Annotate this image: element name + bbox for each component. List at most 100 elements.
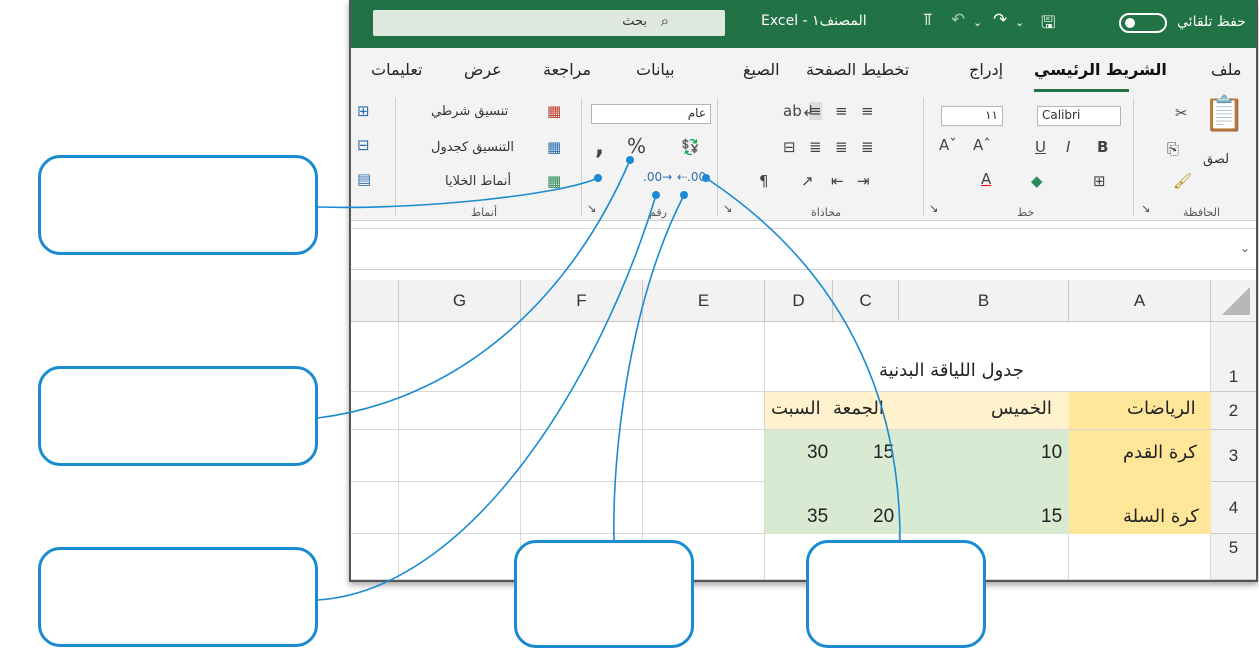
font-name-box[interactable]: Calibri xyxy=(1037,106,1121,126)
callout-box-comma[interactable] xyxy=(38,155,318,255)
font-grow-icon[interactable]: Aˆ xyxy=(973,136,991,154)
paste-icon[interactable]: 📋 xyxy=(1203,94,1245,134)
underline-icon[interactable]: U xyxy=(1035,138,1046,156)
column-header-G[interactable]: G xyxy=(399,280,521,322)
align-left-icon[interactable]: ≣ xyxy=(809,138,822,156)
callout-box-percent[interactable] xyxy=(38,366,318,466)
callout-box-increase-decimal[interactable] xyxy=(38,547,318,647)
conditional-formatting-label[interactable]: تنسيق شرطي xyxy=(431,104,508,119)
align-top-icon[interactable]: ≡ xyxy=(861,102,874,120)
cell-F2[interactable] xyxy=(521,392,643,430)
cell-G3[interactable] xyxy=(399,430,521,482)
number-format-box[interactable]: عام xyxy=(591,104,711,124)
cell-F3[interactable] xyxy=(521,430,643,482)
text-direction-icon[interactable]: ¶ xyxy=(759,172,769,190)
increase-decimal-icon[interactable]: .00→ xyxy=(643,170,672,184)
cell-H5[interactable] xyxy=(351,534,399,580)
tab-data[interactable]: بيانات xyxy=(636,60,675,79)
cell-G5[interactable] xyxy=(399,534,521,580)
column-header-E[interactable]: E xyxy=(643,280,765,322)
cut-icon[interactable]: ✂ xyxy=(1175,104,1188,122)
customize-qat-icon[interactable]: ⫪ xyxy=(923,10,933,30)
italic-icon[interactable]: I xyxy=(1066,138,1070,156)
comma-style-icon[interactable]: , xyxy=(595,132,604,160)
decrease-decimal-icon[interactable]: ⇠.00 xyxy=(677,170,706,184)
increase-indent-icon[interactable]: ⇥ xyxy=(857,172,870,190)
clipboard-launcher-icon[interactable]: ↘ xyxy=(1141,202,1150,215)
cell-styles-label[interactable]: أنماط الخلايا xyxy=(445,174,511,189)
tab-help[interactable]: تعليمات xyxy=(371,60,422,79)
wrap-text-icon[interactable]: ab↲ xyxy=(783,102,814,120)
cell-A1-title[interactable] xyxy=(765,322,1211,392)
tab-home[interactable]: الشريط الرئيسي xyxy=(1034,60,1167,79)
cell-G1[interactable] xyxy=(399,322,521,392)
paste-label[interactable]: لصق xyxy=(1203,152,1229,167)
format-as-table-label[interactable]: التنسيق كجدول xyxy=(431,140,514,155)
cell-F4[interactable] xyxy=(521,482,643,534)
autosave-toggle[interactable] xyxy=(1119,13,1167,33)
callout-box-accounting[interactable] xyxy=(806,540,986,648)
format-cells-icon[interactable]: ▤ xyxy=(357,170,371,188)
column-header-A[interactable]: A xyxy=(1069,280,1211,322)
save-icon[interactable]: 🖫 xyxy=(1041,10,1055,39)
font-size-box[interactable]: ١١ xyxy=(941,106,1003,126)
tab-formulas[interactable]: الصيغ xyxy=(743,60,780,79)
row-header-3[interactable]: 3 xyxy=(1211,430,1256,482)
cell-H2[interactable] xyxy=(351,392,399,430)
copy-icon[interactable]: ⎘ xyxy=(1167,140,1179,158)
orientation-icon[interactable]: ↗ xyxy=(801,172,814,190)
align-middle-icon[interactable]: ≡ xyxy=(835,102,848,120)
select-all-corner[interactable] xyxy=(1211,280,1256,322)
borders-icon[interactable]: ⊞ xyxy=(1093,172,1106,190)
delete-cells-icon[interactable]: ⊟ xyxy=(357,136,370,154)
decrease-indent-icon[interactable]: ⇤ xyxy=(831,172,844,190)
cell-E4[interactable] xyxy=(643,482,765,534)
cell-E1[interactable] xyxy=(643,322,765,392)
tab-review[interactable]: مراجعة xyxy=(543,60,591,79)
font-color-icon[interactable]: A xyxy=(981,170,991,188)
cell-H4[interactable] xyxy=(351,482,399,534)
insert-cells-icon[interactable]: ⊞ xyxy=(357,102,370,120)
tab-file[interactable]: ملف xyxy=(1211,60,1241,79)
row-header-2[interactable]: 2 xyxy=(1211,392,1256,430)
percent-style-icon[interactable]: % xyxy=(627,134,646,158)
callout-box-decrease-decimal[interactable] xyxy=(514,540,694,648)
bold-icon[interactable]: B xyxy=(1097,138,1108,156)
format-painter-icon[interactable]: 🖌 xyxy=(1173,172,1192,190)
fill-color-icon[interactable]: ◆ xyxy=(1031,172,1043,190)
undo-icon[interactable]: ↶ xyxy=(951,10,965,30)
column-header-H[interactable] xyxy=(351,280,399,322)
column-header-C[interactable]: C xyxy=(833,280,899,322)
cell-styles-icon[interactable]: ▦ xyxy=(547,172,561,190)
undo-dropdown-icon[interactable]: ⌄ xyxy=(973,16,982,29)
cell-G4[interactable] xyxy=(399,482,521,534)
row-header-5[interactable]: 5 xyxy=(1211,534,1256,580)
font-shrink-icon[interactable]: Aˇ xyxy=(939,136,957,154)
redo-icon[interactable]: ↷ xyxy=(993,10,1007,30)
cell-H3[interactable] xyxy=(351,430,399,482)
cell-E2[interactable] xyxy=(643,392,765,430)
column-header-D[interactable]: D xyxy=(765,280,833,322)
cell-H1[interactable] xyxy=(351,322,399,392)
align-center-icon[interactable]: ≣ xyxy=(835,138,848,156)
search-box[interactable]: بحث ⌕ xyxy=(373,10,725,36)
number-launcher-icon[interactable]: ↘ xyxy=(587,202,596,215)
cell-A5[interactable] xyxy=(1069,534,1211,580)
format-as-table-icon[interactable]: ▦ xyxy=(547,138,561,156)
tab-page-layout[interactable]: تخطيط الصفحة xyxy=(806,60,909,79)
accounting-format-icon[interactable]: 💱 xyxy=(681,138,700,156)
expand-formula-bar-icon[interactable]: ⌄ xyxy=(1240,241,1250,255)
row-header-1[interactable]: 1 xyxy=(1211,322,1256,392)
cell-E3[interactable] xyxy=(643,430,765,482)
tab-view[interactable]: عرض xyxy=(464,60,502,79)
tab-insert[interactable]: إدراج xyxy=(969,60,1003,79)
cell-G2[interactable] xyxy=(399,392,521,430)
redo-dropdown-icon[interactable]: ⌄ xyxy=(1015,16,1024,29)
row-header-4[interactable]: 4 xyxy=(1211,482,1256,534)
align-right-icon[interactable]: ≣ xyxy=(861,138,874,156)
formula-bar[interactable]: ⌄ xyxy=(351,228,1256,270)
alignment-launcher-icon[interactable]: ↘ xyxy=(723,202,732,215)
cell-F1[interactable] xyxy=(521,322,643,392)
font-launcher-icon[interactable]: ↘ xyxy=(929,202,938,215)
merge-center-icon[interactable]: ⊟ xyxy=(783,138,796,156)
